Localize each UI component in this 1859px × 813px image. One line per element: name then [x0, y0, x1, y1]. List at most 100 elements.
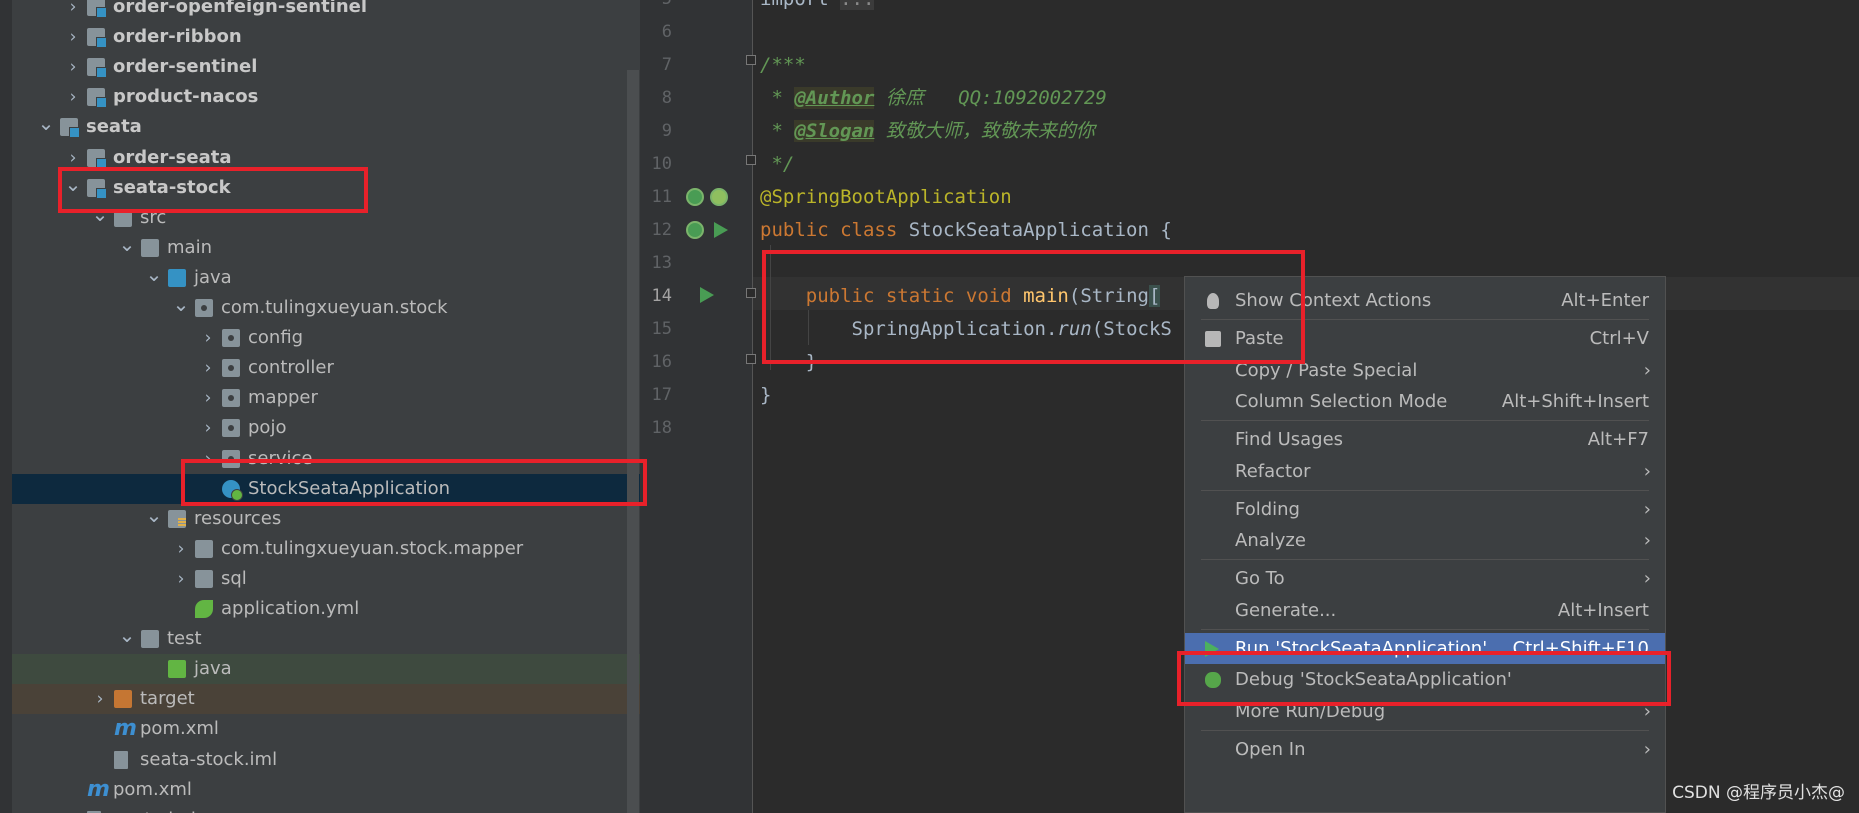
tree-item-order-ribbon[interactable]: › order-ribbon: [12, 22, 640, 52]
source-folder-icon: [168, 268, 186, 287]
code-line[interactable]: @SpringBootApplication: [760, 181, 1012, 214]
menu-item-shortcut: Alt+Insert: [1557, 599, 1649, 621]
code-line[interactable]: import ...: [760, 0, 875, 16]
gutter-separator: [752, 0, 753, 813]
tree-item-label: pom.xml: [140, 718, 219, 740]
chevron-right-icon[interactable]: ›: [63, 0, 83, 22]
folder-icon: [141, 238, 159, 257]
code-token: @Slogan: [794, 120, 875, 142]
tree-item-order-sentinel[interactable]: › order-sentinel: [12, 52, 640, 82]
menu-item-shortcut: Alt+F7: [1587, 429, 1649, 451]
tree-item-seata-iml[interactable]: seata.iml: [12, 805, 640, 813]
tree-item-label: java: [194, 658, 232, 680]
chevron-right-icon[interactable]: ›: [198, 413, 218, 443]
tree-item-pom-xml[interactable]: m pom.xml: [12, 775, 640, 805]
code-line[interactable]: * @Slogan 致敬大师，致敬未来的你: [760, 115, 1095, 148]
tree-item-label: target: [140, 688, 195, 710]
tree-item-resources[interactable]: ⌄ resources: [12, 504, 640, 534]
code-line[interactable]: }: [760, 379, 771, 412]
test-source-folder-icon: [168, 660, 186, 679]
code-line[interactable]: */: [760, 148, 794, 181]
line-number: 5: [640, 0, 672, 16]
menu-item-go-to[interactable]: Go To ›: [1185, 563, 1665, 594]
chevron-down-icon[interactable]: ⌄: [144, 504, 164, 534]
tree-item-label: test: [167, 628, 202, 650]
code-line[interactable]: public class StockSeataApplication {: [760, 214, 1172, 247]
menu-item-label: Refactor: [1235, 460, 1311, 482]
tree-item-label: seata-stock.iml: [140, 748, 278, 770]
tree-item-application-yml[interactable]: application.yml: [12, 594, 640, 624]
chevron-down-icon[interactable]: ⌄: [144, 263, 164, 293]
fold-marker-icon[interactable]: [746, 155, 756, 165]
spring-config-gutter-icon[interactable]: [710, 188, 728, 206]
menu-item-find-usages[interactable]: Find Usages Alt+F7: [1185, 424, 1665, 455]
tree-item-label: config: [248, 327, 304, 349]
tree-item-label: product-nacos: [113, 86, 259, 108]
tree-item-java[interactable]: java: [12, 654, 640, 685]
fold-marker-icon[interactable]: [746, 354, 756, 364]
code-line[interactable]: * @Author 徐庶 QQ:1092002729: [760, 82, 1107, 115]
tree-item-pojo[interactable]: › pojo: [12, 413, 640, 443]
chevron-down-icon[interactable]: ⌄: [117, 624, 137, 654]
tree-item-order-openfeign-sentinel[interactable]: › order-openfeign-sentinel: [12, 0, 640, 22]
menu-item-open-in[interactable]: Open In ›: [1185, 734, 1665, 765]
chevron-down-icon[interactable]: ⌄: [171, 293, 191, 323]
fold-marker-icon[interactable]: [746, 55, 756, 65]
chevron-right-icon[interactable]: ›: [198, 353, 218, 383]
chevron-right-icon[interactable]: ›: [171, 534, 191, 564]
folder-icon: [195, 569, 213, 588]
spring-bean-gutter-icon[interactable]: [686, 188, 704, 206]
tree-item-seata[interactable]: ⌄ seata: [12, 112, 640, 142]
folder-icon: [195, 539, 213, 558]
run-main-gutter-icon[interactable]: [700, 287, 714, 303]
chevron-right-icon[interactable]: ›: [63, 22, 83, 52]
highlight-box-main-class: [181, 459, 647, 506]
maven-pom-icon: m: [114, 716, 137, 742]
tree-item-controller[interactable]: › controller: [12, 353, 640, 383]
tree-item-pom-xml[interactable]: m pom.xml: [12, 714, 640, 744]
chevron-down-icon[interactable]: ⌄: [36, 112, 56, 142]
resources-folder-icon: [168, 509, 186, 528]
chevron-right-icon[interactable]: ›: [198, 323, 218, 353]
fold-marker-icon[interactable]: [746, 288, 756, 298]
chevron-right-icon[interactable]: ›: [63, 82, 83, 112]
tree-scrollbar[interactable]: [627, 70, 639, 813]
spring-bean-gutter-icon[interactable]: [686, 221, 704, 239]
tree-item-sql[interactable]: › sql: [12, 564, 640, 594]
menu-item-analyze[interactable]: Analyze ›: [1185, 525, 1665, 556]
module-folder-icon: [87, 58, 107, 79]
chevron-down-icon[interactable]: ⌄: [117, 233, 137, 263]
tree-item-mapper[interactable]: › mapper: [12, 383, 640, 413]
run-class-gutter-icon[interactable]: [714, 222, 728, 238]
submenu-arrow-icon: ›: [1643, 568, 1651, 590]
chevron-right-icon[interactable]: ›: [198, 383, 218, 413]
tree-item-label: com.tulingxueyuan.stock: [221, 297, 448, 318]
highlight-box-module: [58, 167, 368, 213]
tree-item-com-tulingxueyuan-stock-mapper[interactable]: › com.tulingxueyuan.stock.mapper: [12, 534, 640, 564]
module-folder-icon: [87, 0, 107, 18]
chevron-right-icon[interactable]: ›: [63, 52, 83, 82]
code-token: import: [760, 0, 840, 10]
line-number: 9: [661, 121, 672, 141]
code-line[interactable]: /***: [760, 49, 806, 82]
tree-item-test[interactable]: ⌄ test: [12, 624, 640, 654]
tree-item-main[interactable]: ⌄ main: [12, 233, 640, 263]
code-token: *: [760, 87, 795, 109]
chevron-right-icon[interactable]: ›: [171, 564, 191, 594]
chevron-right-icon[interactable]: ›: [90, 684, 110, 714]
tree-item-java[interactable]: ⌄ java: [12, 263, 640, 293]
code-token: StockSeataApplication {: [908, 219, 1172, 241]
package-icon: [222, 419, 240, 438]
tree-item-seata-stock-iml[interactable]: seata-stock.iml: [12, 745, 640, 775]
code-token: }: [760, 384, 772, 406]
tree-item-target[interactable]: › target: [12, 684, 640, 715]
tree-item-config[interactable]: › config: [12, 323, 640, 353]
tree-item-product-nacos[interactable]: › product-nacos: [12, 82, 640, 112]
tree-item-label: mapper: [248, 387, 318, 409]
menu-item-refactor[interactable]: Refactor ›: [1185, 456, 1665, 487]
iml-file-icon: [114, 750, 128, 769]
menu-item-folding[interactable]: Folding ›: [1185, 494, 1665, 525]
menu-item-generate[interactable]: Generate... Alt+Insert: [1185, 595, 1665, 626]
tree-item-com-tulingxueyuan-stock[interactable]: ⌄ com.tulingxueyuan.stock: [12, 293, 640, 323]
menu-item-column-selection-mode[interactable]: Column Selection Mode Alt+Shift+Insert: [1185, 386, 1665, 417]
